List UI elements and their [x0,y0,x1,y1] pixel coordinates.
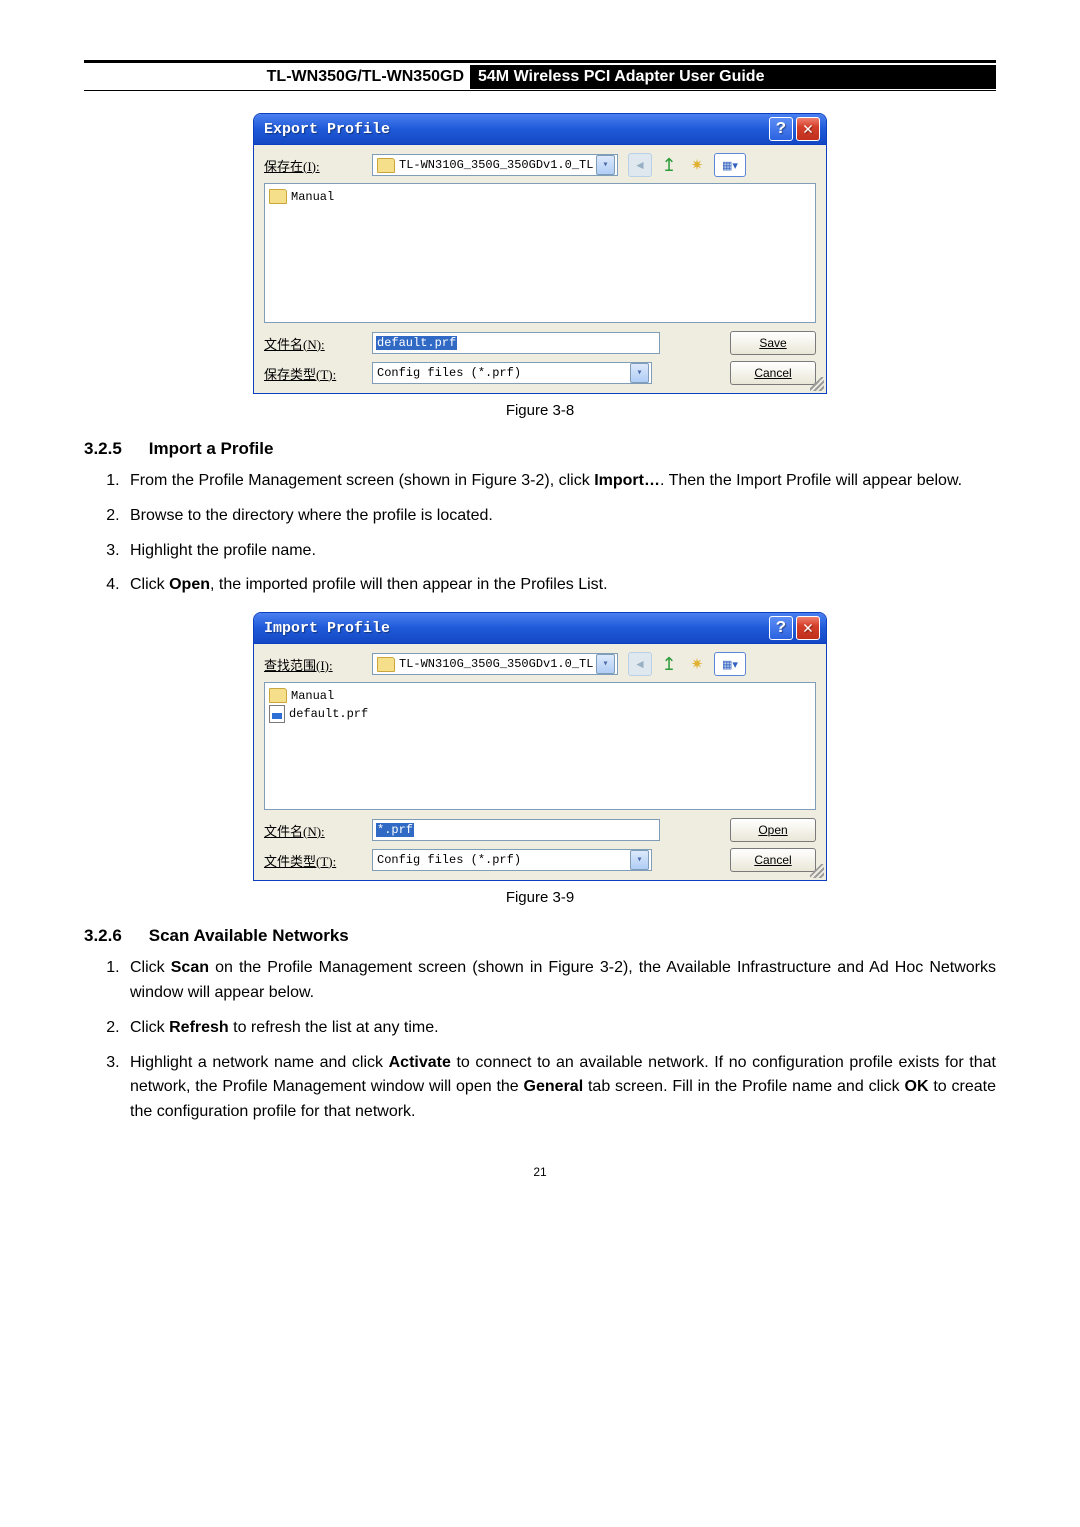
open-button[interactable]: Open [730,818,816,842]
section-title: Scan Available Networks [149,926,349,945]
save-button[interactable]: Save [730,331,816,355]
filetype-value: Config files (*.prf) [377,853,630,867]
file-icon [269,705,285,723]
chevron-down-icon[interactable]: ▾ [630,363,649,383]
titlebar[interactable]: Import Profile ? ✕ [254,613,826,644]
chevron-down-icon[interactable]: ▾ [596,654,615,674]
folder-name: TL-WN310G_350G_350GDv1.0_TL [399,158,596,172]
export-profile-dialog: Export Profile ? ✕ 保存在(I): TL-WN310G_350… [253,113,827,394]
list-item[interactable]: Manual [269,687,811,704]
cancel-button[interactable]: Cancel [730,848,816,872]
view-menu-icon[interactable]: ▦▾ [714,153,746,177]
back-icon[interactable]: ◄ [628,652,652,676]
filename-input[interactable]: default.prf [372,332,660,354]
up-one-level-icon[interactable]: ↥ [658,653,680,675]
resize-grip-icon[interactable] [810,377,824,391]
dialog-title: Export Profile [264,121,766,138]
close-icon[interactable]: ✕ [796,117,820,141]
list-item: Highlight the profile name. [124,539,996,564]
list-item: From the Profile Management screen (show… [124,469,996,494]
page-header: TL-WN350G/TL-WN350GD 54M Wireless PCI Ad… [84,60,996,91]
list-item: Browse to the directory where the profil… [124,504,996,529]
filename-value: default.prf [376,336,457,350]
save-in-label: 保存在(I): [264,156,372,175]
item-label: default.prf [289,707,368,721]
header-model: TL-WN350G/TL-WN350GD [84,65,470,89]
filename-label: 文件名(N): [264,821,372,840]
list-item[interactable]: Manual [269,188,811,205]
file-list-pane[interactable]: Manual default.prf [264,682,816,810]
filename-value: *.prf [376,823,414,837]
file-list-pane[interactable]: Manual [264,183,816,323]
look-in-label: 查找范围(I): [264,655,372,674]
section-heading-325: 3.2.5 Import a Profile [84,439,996,459]
new-folder-icon[interactable]: ✷ [686,653,708,675]
figure-caption: Figure 3-8 [84,402,996,419]
cancel-button[interactable]: Cancel [730,361,816,385]
folder-icon [377,657,395,672]
section-heading-326: 3.2.6 Scan Available Networks [84,926,996,946]
item-label: Manual [291,689,334,703]
section-325-list: From the Profile Management screen (show… [84,469,996,598]
folder-name: TL-WN310G_350G_350GDv1.0_TL [399,657,596,671]
list-item: Click Open, the imported profile will th… [124,573,996,598]
section-title: Import a Profile [149,439,274,458]
section-number: 3.2.5 [84,439,144,459]
back-icon[interactable]: ◄ [628,153,652,177]
close-icon[interactable]: ✕ [796,616,820,640]
import-profile-dialog: Import Profile ? ✕ 查找范围(I): TL-WN310G_35… [253,612,827,881]
filetype-label: 保存类型(T): [264,364,372,383]
list-item[interactable]: default.prf [269,704,811,724]
new-folder-icon[interactable]: ✷ [686,154,708,176]
up-one-level-icon[interactable]: ↥ [658,154,680,176]
resize-grip-icon[interactable] [810,864,824,878]
list-item: Highlight a network name and click Activ… [124,1051,996,1125]
chevron-down-icon[interactable]: ▾ [596,155,615,175]
folder-icon [269,189,287,204]
folder-icon [269,688,287,703]
view-menu-icon[interactable]: ▦▾ [714,652,746,676]
filename-label: 文件名(N): [264,334,372,353]
help-icon[interactable]: ? [769,117,793,141]
titlebar[interactable]: Export Profile ? ✕ [254,114,826,145]
section-326-list: Click Scan on the Profile Management scr… [84,956,996,1125]
look-in-dropdown[interactable]: TL-WN310G_350G_350GDv1.0_TL ▾ [372,653,618,675]
figure-caption: Figure 3-9 [84,889,996,906]
folder-icon [377,158,395,173]
item-label: Manual [291,190,334,204]
filetype-value: Config files (*.prf) [377,366,630,380]
help-icon[interactable]: ? [769,616,793,640]
list-item: Click Scan on the Profile Management scr… [124,956,996,1006]
header-title: 54M Wireless PCI Adapter User Guide [470,65,996,89]
filetype-dropdown[interactable]: Config files (*.prf) ▾ [372,362,652,384]
section-number: 3.2.6 [84,926,144,946]
save-in-dropdown[interactable]: TL-WN310G_350G_350GDv1.0_TL ▾ [372,154,618,176]
page-number: 21 [84,1165,996,1179]
list-item: Click Refresh to refresh the list at any… [124,1016,996,1041]
filetype-label: 文件类型(T): [264,851,372,870]
dialog-title: Import Profile [264,620,766,637]
filetype-dropdown[interactable]: Config files (*.prf) ▾ [372,849,652,871]
filename-input[interactable]: *.prf [372,819,660,841]
chevron-down-icon[interactable]: ▾ [630,850,649,870]
